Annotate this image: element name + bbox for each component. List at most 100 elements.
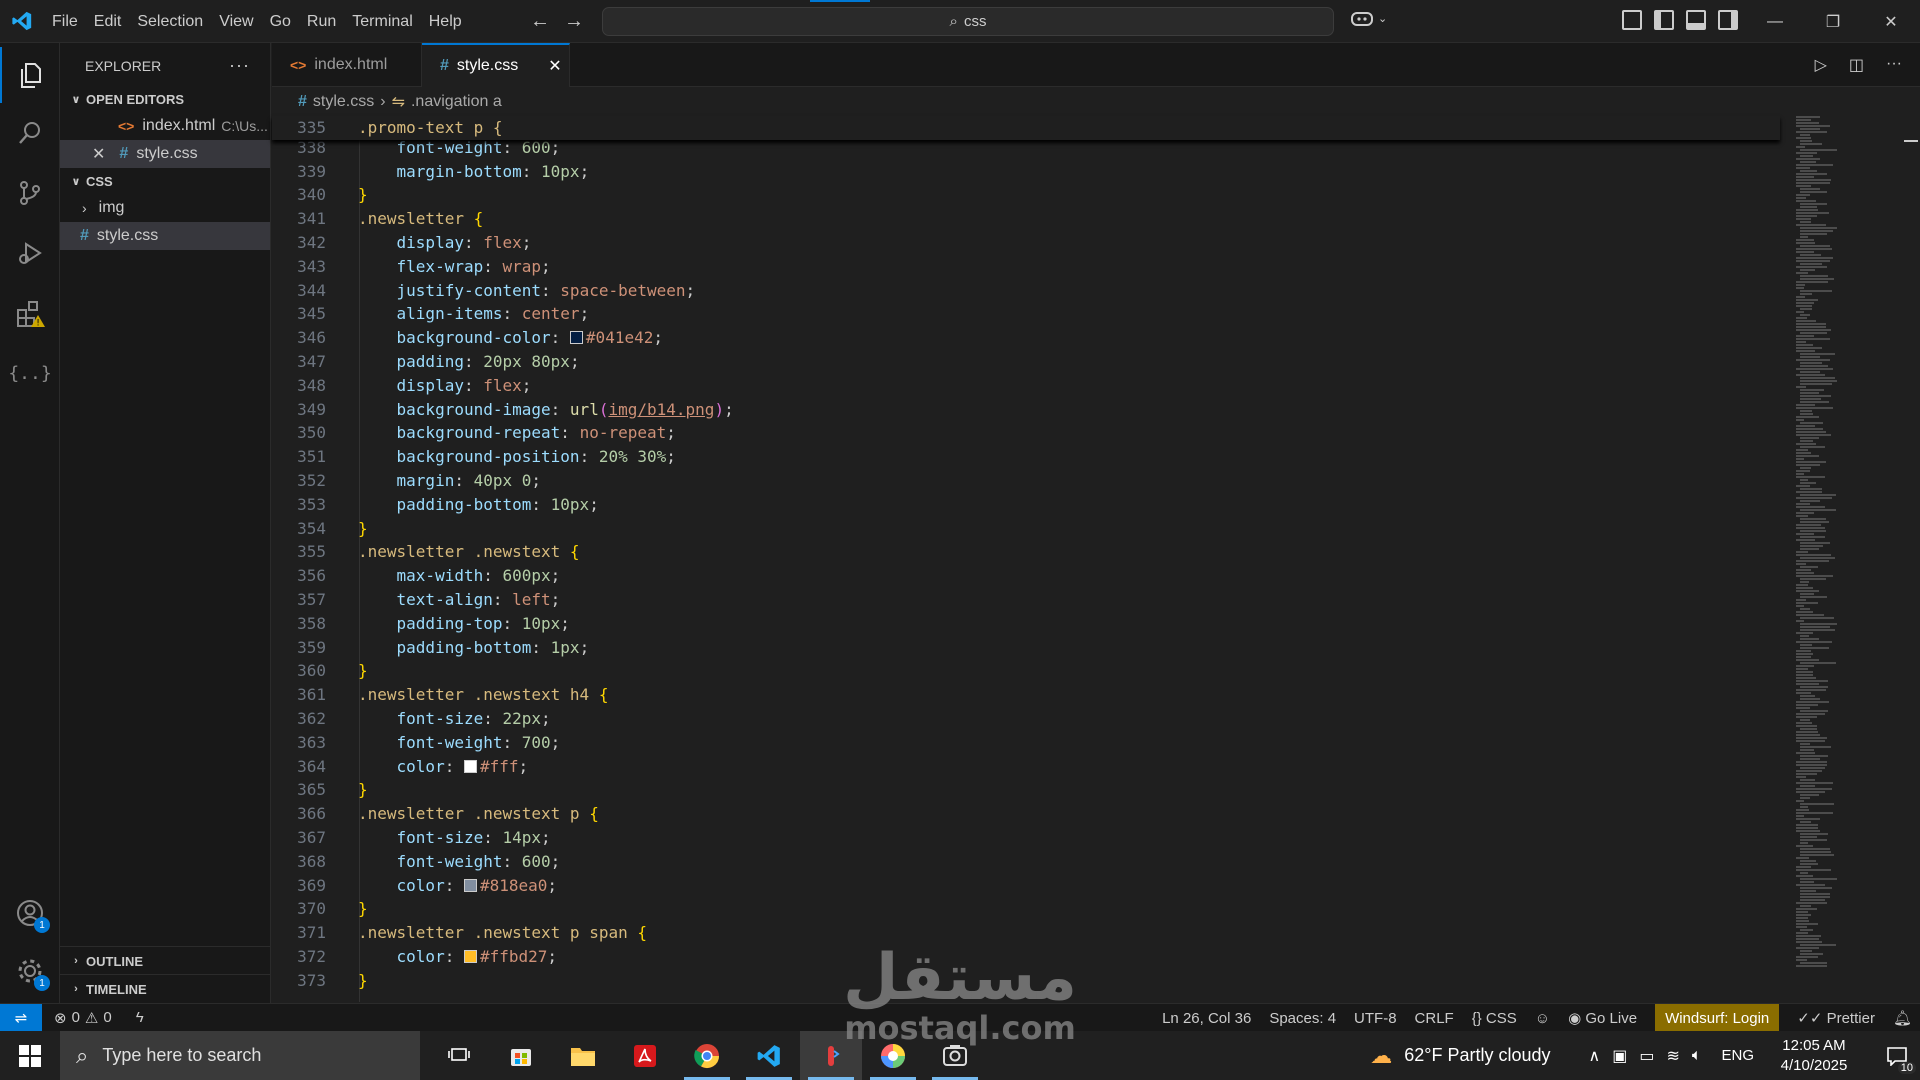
show-hidden-icons-icon[interactable]: ∧	[1589, 1046, 1601, 1066]
volume-icon[interactable]: 🔈︎	[1692, 1047, 1702, 1065]
source-control-icon[interactable]	[0, 165, 60, 221]
command-center-search[interactable]: ⌕ css	[602, 7, 1334, 36]
menu-file[interactable]: File	[44, 0, 86, 43]
code-line[interactable]: }	[358, 519, 368, 538]
menu-help[interactable]: Help	[421, 0, 470, 43]
folder-css-section[interactable]: ∨ CSS	[60, 168, 270, 194]
code-line[interactable]: font-size: 22px;	[358, 709, 551, 728]
code-line[interactable]: background-color: #041e42;	[358, 328, 663, 347]
code-line[interactable]: .newsletter .newstext {	[358, 542, 580, 561]
minimap[interactable]	[1780, 116, 1910, 1002]
search-icon[interactable]	[0, 105, 60, 161]
breadcrumb-symbol[interactable]: .navigation a	[411, 93, 502, 111]
code-line[interactable]: .newsletter .newstext p {	[358, 804, 599, 823]
notification-center-icon[interactable]: 10	[1874, 1046, 1920, 1074]
copilot-status-icon[interactable]: ☺	[1535, 1010, 1550, 1027]
extensions-icon[interactable]: !	[0, 285, 60, 341]
customize-layout-icon[interactable]	[1622, 10, 1642, 30]
outline-section[interactable]: › OUTLINE	[60, 946, 271, 974]
code-line[interactable]: font-weight: 600;	[358, 852, 561, 871]
problems-indicator[interactable]: ⊗ 0 ⚠ 0	[54, 1009, 112, 1027]
prettier-status[interactable]: ✓✓ Prettier	[1797, 1009, 1875, 1027]
code-line[interactable]: background-repeat: no-repeat;	[358, 423, 676, 442]
restore-icon[interactable]: ❐	[1804, 0, 1862, 43]
code-editor[interactable]: 337 color: #5e2727">rgb(94, 39, 39);338 …	[272, 116, 1780, 1002]
code-line[interactable]: padding-bottom: 1px;	[358, 638, 590, 657]
explorer-icon[interactable]	[0, 47, 60, 103]
toggle-panel-icon[interactable]	[1686, 10, 1706, 30]
microsoft-store-icon[interactable]	[490, 1031, 552, 1080]
code-line[interactable]: background-position: 20% 30%;	[358, 447, 676, 466]
breadcrumb-file[interactable]: style.css	[313, 93, 374, 111]
code-line[interactable]: }	[358, 899, 368, 918]
close-icon[interactable]: ✕	[1862, 0, 1920, 43]
menu-go[interactable]: Go	[262, 0, 299, 43]
code-line[interactable]: .newsletter {	[358, 209, 483, 228]
copilot-button[interactable]: ⌄	[1350, 8, 1387, 28]
code-line[interactable]: color: #fff;	[358, 757, 529, 776]
sticky-scroll-header[interactable]: 335 .promo-text p {	[272, 116, 1780, 140]
code-line[interactable]: display: flex;	[358, 233, 532, 252]
code-line[interactable]: max-width: 600px;	[358, 566, 561, 585]
chrome-icon[interactable]	[676, 1031, 738, 1080]
scrollbar-thumb[interactable]	[1904, 140, 1918, 160]
menu-terminal[interactable]: Terminal	[344, 0, 420, 43]
battery-icon[interactable]: ▭	[1639, 1046, 1654, 1066]
accounts-icon[interactable]: 1	[0, 885, 60, 941]
code-line[interactable]: .newsletter .newstext h4 {	[358, 685, 608, 704]
weather-icon[interactable]: ☁	[1370, 1043, 1392, 1069]
code-line[interactable]: color: #ffbd27;	[358, 947, 558, 966]
weather-text[interactable]: 62°F Partly cloudy	[1404, 1045, 1550, 1066]
code-line[interactable]: margin-bottom: 10px;	[358, 162, 590, 181]
input-language[interactable]: ENG	[1721, 1047, 1754, 1064]
open-editor-index-html[interactable]: <> index.html C:\Us...	[60, 112, 270, 140]
code-line[interactable]: color: #818ea0;	[358, 876, 558, 895]
code-line[interactable]: text-align: left;	[358, 590, 561, 609]
clock[interactable]: 12:05 AM 4/10/2025	[1766, 1036, 1862, 1076]
json-icon[interactable]: {..}	[0, 345, 60, 401]
wifi-icon[interactable]: ≋	[1666, 1046, 1679, 1066]
run-debug-icon[interactable]	[0, 225, 60, 281]
code-line[interactable]: }	[358, 661, 368, 680]
more-actions-icon[interactable]: ···	[229, 55, 250, 76]
open-editor-style-css[interactable]: ✕ # style.css	[60, 140, 270, 168]
code-line[interactable]: padding: 20px 80px;	[358, 352, 580, 371]
code-line[interactable]: padding-top: 10px;	[358, 614, 570, 633]
menu-edit[interactable]: Edit	[86, 0, 130, 43]
close-editor-icon[interactable]: ✕	[92, 144, 105, 164]
notifications-bell-icon[interactable]: 🔔︎	[1893, 1009, 1912, 1027]
go-live-button[interactable]: ◉ Go Live	[1568, 1009, 1637, 1027]
code-line[interactable]: flex-wrap: wrap;	[358, 257, 551, 276]
timeline-section[interactable]: › TIMELINE	[60, 974, 271, 1002]
start-button[interactable]	[0, 1031, 60, 1080]
code-line[interactable]: margin: 40px 0;	[358, 471, 542, 490]
code-line[interactable]: .newsletter .newstext p span {	[358, 923, 647, 942]
task-view-icon[interactable]	[428, 1031, 490, 1080]
code-line[interactable]: justify-content: space-between;	[358, 281, 696, 300]
code-line[interactable]: font-size: 14px;	[358, 828, 551, 847]
end-of-line[interactable]: CRLF	[1415, 1010, 1454, 1027]
code-line[interactable]: align-items: center;	[358, 304, 590, 323]
file-explorer-icon[interactable]	[552, 1031, 614, 1080]
forward-arrow-icon[interactable]: →	[564, 10, 584, 33]
menu-run[interactable]: Run	[299, 0, 344, 43]
code-line[interactable]: display: flex;	[358, 376, 532, 395]
code-line[interactable]: }	[358, 971, 368, 990]
code-line[interactable]: font-weight: 600;	[358, 138, 561, 157]
remote-indicator-icon[interactable]: ⇌	[0, 1003, 42, 1032]
network-status-icon[interactable]: ▣	[1612, 1046, 1627, 1066]
indentation[interactable]: Spaces: 4	[1269, 1010, 1336, 1027]
tree-folder-img[interactable]: › img	[60, 194, 270, 222]
code-line[interactable]: }	[358, 185, 368, 204]
vscode-taskbar-icon[interactable]	[738, 1031, 800, 1080]
minimize-icon[interactable]: —	[1746, 0, 1804, 43]
windsurf-login-button[interactable]: Windsurf: Login	[1655, 1004, 1780, 1032]
acrobat-icon[interactable]	[614, 1031, 676, 1080]
code-line[interactable]: padding-bottom: 10px;	[358, 495, 599, 514]
tab-style-css[interactable]: # style.css ✕	[422, 43, 570, 87]
toggle-primary-sidebar-icon[interactable]	[1654, 10, 1674, 30]
back-arrow-icon[interactable]: ←	[530, 10, 550, 33]
code-line[interactable]: font-weight: 700;	[358, 733, 561, 752]
tab-index-html[interactable]: <> index.html	[272, 43, 422, 87]
manage-gear-icon[interactable]: 1	[0, 943, 60, 999]
